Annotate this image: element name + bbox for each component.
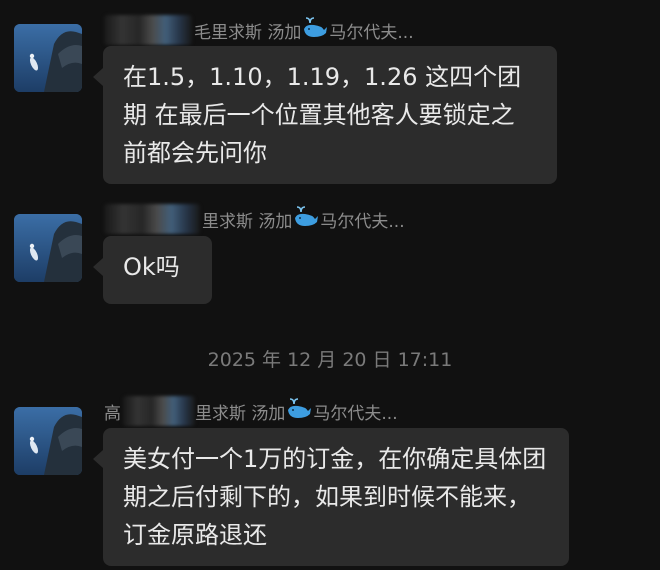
spouting-whale-icon <box>293 205 319 233</box>
timestamp-divider: 2025 年 12 月 20 日 17:11 <box>207 349 453 371</box>
avatar[interactable] <box>14 407 82 475</box>
sender-name-suffix: 马尔代夫... <box>313 403 398 424</box>
avatar[interactable] <box>14 214 82 282</box>
sender-name-suffix: 马尔代夫... <box>320 211 405 232</box>
avatar-image <box>14 214 82 282</box>
redacted-name-blur <box>104 15 192 45</box>
sender-name: 毛里求斯 汤加 马尔代夫... <box>104 15 414 45</box>
sender-name: 高 里求斯 汤加 马尔代夫... <box>104 396 398 426</box>
spouting-whale-icon <box>286 397 312 425</box>
avatar-image <box>14 24 82 92</box>
sender-name-text: 毛里求斯 汤加 <box>194 22 302 43</box>
sender-name-text: 里求斯 汤加 <box>202 211 293 232</box>
message-bubble[interactable]: Ok吗 <box>93 236 212 304</box>
spouting-whale-icon <box>302 16 328 44</box>
sender-prefix: 高 <box>104 403 121 424</box>
message-text: 美女付一个1万的订金，在你确定具体团期之后付剩下的，如果到时候不能来，订金原路退… <box>123 445 547 549</box>
message-bubble[interactable]: 美女付一个1万的订金，在你确定具体团期之后付剩下的，如果到时候不能来，订金原路退… <box>93 428 569 566</box>
message-text: Ok吗 <box>123 253 180 281</box>
avatar[interactable] <box>14 24 82 92</box>
message-text: 在1.5，1.10，1.19，1.26 这四个团期 在最后一个位置其他客人要锁定… <box>123 63 522 167</box>
message-bubble[interactable]: 在1.5，1.10，1.19，1.26 这四个团期 在最后一个位置其他客人要锁定… <box>93 46 557 184</box>
sender-name-text: 里求斯 汤加 <box>195 403 286 424</box>
redacted-name-blur <box>104 204 200 234</box>
sender-name-suffix: 马尔代夫... <box>329 22 414 43</box>
redacted-name-blur <box>123 396 195 426</box>
sender-name: 里求斯 汤加 马尔代夫... <box>104 204 405 234</box>
avatar-image <box>14 407 82 475</box>
